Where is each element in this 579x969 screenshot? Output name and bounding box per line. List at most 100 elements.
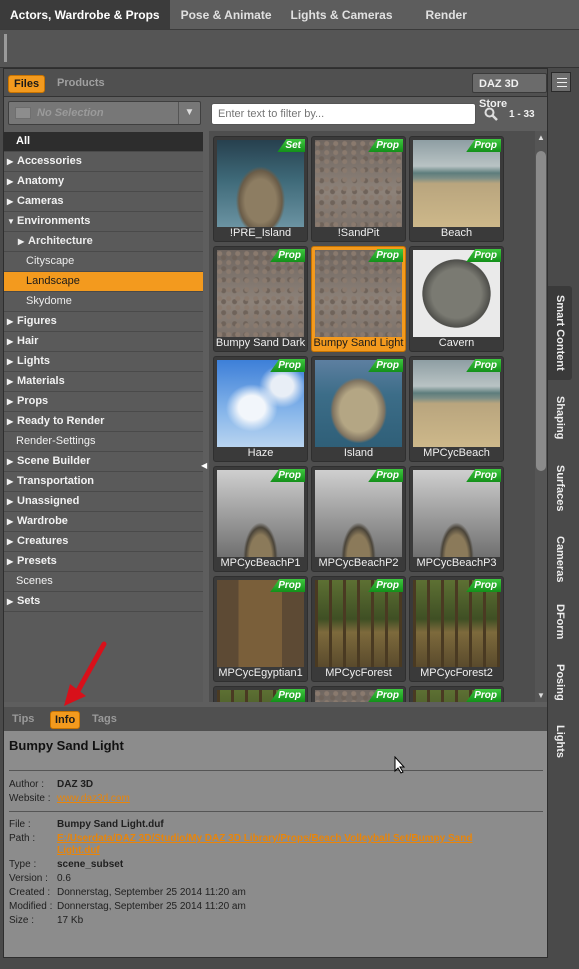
scroll-up-icon[interactable]: ▲ (537, 133, 545, 142)
asset-tile[interactable]: Prop Beach (409, 136, 504, 242)
asset-name: Bumpy Sand Light (313, 337, 404, 349)
asset-tile[interactable]: Prop MPCycForest (311, 576, 406, 682)
version-value: 0.6 (57, 873, 71, 884)
asset-tile[interactable]: Prop (213, 686, 308, 702)
expand-arrow-icon[interactable]: ▶ (7, 172, 17, 191)
asset-tile[interactable]: Prop Bumpy Sand Light (311, 246, 406, 352)
tab-lights[interactable]: Lights (548, 718, 572, 764)
tree-item-environments[interactable]: ▼ Environments (4, 212, 203, 232)
grid-scrollbar[interactable]: ▲ ▼ (535, 131, 547, 702)
asset-tile[interactable]: Prop (311, 686, 406, 702)
expand-arrow-icon[interactable]: ▶ (7, 352, 17, 371)
tree-item-hair[interactable]: ▶ Hair (4, 332, 203, 352)
path-link-continued[interactable]: Light.duf (57, 845, 100, 856)
selection-dropdown[interactable]: No Selection ▼ (8, 101, 201, 125)
tab-posing[interactable]: Posing (548, 654, 572, 710)
asset-tile[interactable]: Prop Bumpy Sand Dark (213, 246, 308, 352)
tree-item-presets[interactable]: ▶ Presets (4, 552, 203, 572)
asset-tile[interactable]: Prop MPCycForest2 (409, 576, 504, 682)
tree-item-wardrobe[interactable]: ▶ Wardrobe (4, 512, 203, 532)
chevron-down-icon[interactable]: ▼ (178, 102, 200, 124)
asset-tile[interactable]: Prop MPCycBeachP1 (213, 466, 308, 572)
pane-menu-button[interactable] (551, 72, 571, 92)
expand-arrow-icon[interactable]: ▶ (7, 472, 17, 491)
tree-item-accessories[interactable]: ▶ Accessories (4, 152, 203, 172)
tree-item-cameras[interactable]: ▶ Cameras (4, 192, 203, 212)
tree-item-creatures[interactable]: ▶ Creatures (4, 532, 203, 552)
asset-tile[interactable]: Prop MPCycEgyptian1 (213, 576, 308, 682)
expand-arrow-icon[interactable]: ▶ (7, 192, 17, 211)
scrollbar-thumb[interactable] (536, 151, 546, 471)
tree-item-label: Render-Settings (16, 435, 96, 447)
tree-item-props[interactable]: ▶ Props (4, 392, 203, 412)
tree-item-materials[interactable]: ▶ Materials (4, 372, 203, 392)
daz-store-button[interactable]: DAZ 3D Store (472, 73, 547, 110)
tree-item-architecture[interactable]: ▶ Architecture (4, 232, 203, 252)
tree-item-lights[interactable]: ▶ Lights (4, 352, 203, 372)
tree-item-cityscape[interactable]: Cityscape (4, 252, 203, 272)
tab-files[interactable]: Files (8, 75, 46, 93)
tree-item-sets[interactable]: ▶ Sets (4, 592, 203, 612)
asset-tile[interactable]: Prop Island (311, 356, 406, 462)
tree-item-label: Skydome (26, 295, 72, 307)
divider (9, 811, 543, 812)
expand-arrow-icon[interactable]: ▶ (7, 452, 17, 471)
tree-item-render-settings[interactable]: Render-Settings (4, 432, 203, 452)
tree-item-scenes[interactable]: Scenes (4, 572, 203, 592)
asset-tile[interactable]: Prop Haze (213, 356, 308, 462)
tree-item-unassigned[interactable]: ▶ Unassigned (4, 492, 203, 512)
expand-arrow-icon[interactable]: ▶ (7, 312, 17, 331)
expand-arrow-icon[interactable]: ▶ (7, 372, 17, 391)
collapse-arrow-icon[interactable]: ▼ (7, 212, 17, 231)
expand-arrow-icon[interactable]: ▶ (7, 492, 17, 511)
expand-arrow-icon[interactable]: ▶ (7, 512, 17, 531)
tree-item-label: Figures (17, 315, 57, 327)
expand-arrow-icon[interactable]: ▶ (7, 332, 17, 351)
tab-products[interactable]: Products (52, 75, 110, 91)
asset-tile[interactable]: Prop MPCycBeachP2 (311, 466, 406, 572)
scroll-down-icon[interactable]: ▼ (537, 691, 545, 700)
tab-surfaces[interactable]: Surfaces (548, 456, 572, 520)
expand-arrow-icon[interactable]: ▶ (7, 392, 17, 411)
asset-tile[interactable]: Prop Cavern (409, 246, 504, 352)
tab-render[interactable]: Render (404, 0, 478, 29)
tree-item-scene-builder[interactable]: ▶ Scene Builder (4, 452, 203, 472)
tree-item-skydome[interactable]: Skydome (4, 292, 203, 312)
expand-arrow-icon[interactable]: ▶ (7, 552, 17, 571)
asset-thumbnail (413, 580, 500, 667)
asset-tile[interactable]: Prop MPCycBeachP3 (409, 466, 504, 572)
asset-tile[interactable]: Prop (409, 686, 504, 702)
search-icon[interactable] (484, 107, 498, 121)
expand-arrow-icon[interactable]: ▶ (7, 532, 17, 551)
tree-item-ready-to-render[interactable]: ▶ Ready to Render (4, 412, 203, 432)
filter-input[interactable] (211, 103, 476, 125)
tab-pose-animate[interactable]: Pose & Animate (170, 0, 283, 29)
asset-title: Bumpy Sand Light (9, 738, 124, 753)
tab-tips[interactable]: Tips (8, 711, 38, 727)
tree-item-figures[interactable]: ▶ Figures (4, 312, 203, 332)
asset-tile[interactable]: Set !PRE_Island (213, 136, 308, 242)
path-link[interactable]: E:/Userdata/DAZ 3D/Studio/My DAZ 3D Libr… (57, 833, 472, 844)
asset-name: MPCycBeach (423, 447, 490, 459)
collapse-arrow-icon[interactable]: ◀ (201, 461, 207, 470)
expand-arrow-icon[interactable]: ▶ (7, 152, 17, 171)
tab-info[interactable]: Info (50, 711, 81, 729)
tab-lights-cameras[interactable]: Lights & Cameras (283, 0, 404, 29)
tree-item-anatomy[interactable]: ▶ Anatomy (4, 172, 203, 192)
asset-tile[interactable]: Prop MPCycBeach (409, 356, 504, 462)
tab-cameras[interactable]: Cameras (548, 528, 572, 590)
tree-item-landscape[interactable]: Landscape (4, 272, 203, 292)
tab-tags[interactable]: Tags (88, 711, 121, 727)
tree-item-transportation[interactable]: ▶ Transportation (4, 472, 203, 492)
tree-item-all[interactable]: All (4, 132, 203, 152)
tab-shaping[interactable]: Shaping (548, 388, 572, 448)
tab-actors-wardrobe-props[interactable]: Actors, Wardrobe & Props (0, 0, 170, 29)
website-link[interactable]: www.daz3d.com (57, 793, 130, 804)
tab-dform[interactable]: DForm (548, 598, 572, 646)
asset-thumbnail (217, 250, 304, 337)
asset-tile[interactable]: Prop !SandPit (311, 136, 406, 242)
expand-arrow-icon[interactable]: ▶ (7, 592, 17, 611)
tab-smart-content[interactable]: Smart Content (548, 286, 572, 380)
expand-arrow-icon[interactable]: ▶ (7, 412, 17, 431)
expand-arrow-icon[interactable]: ▶ (18, 232, 28, 251)
